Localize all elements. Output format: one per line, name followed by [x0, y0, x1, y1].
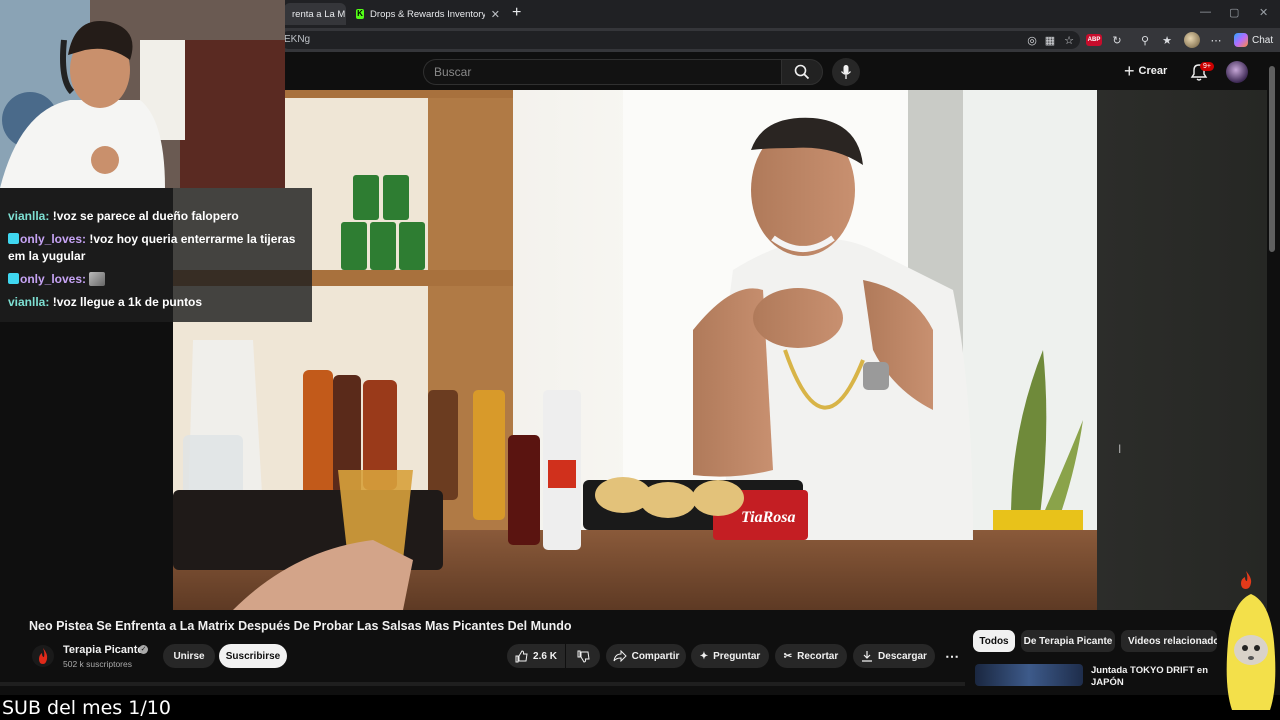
- maximize-icon[interactable]: ▢: [1229, 6, 1239, 19]
- search-input[interactable]: Buscar: [423, 59, 781, 85]
- tab-video[interactable]: renta a La M ✕: [284, 3, 346, 25]
- chat-label: Chat: [1252, 34, 1274, 46]
- channel-name[interactable]: Terapia Picante: [63, 644, 144, 656]
- chip-label: Todos: [979, 635, 1009, 647]
- subscribe-button[interactable]: Suscribirse: [219, 644, 287, 668]
- scrollbar-thumb[interactable]: [1269, 66, 1275, 252]
- sparkle-icon: ✦: [699, 650, 709, 662]
- search-placeholder: Buscar: [434, 65, 472, 79]
- subscribe-label: Suscribirse: [225, 650, 281, 662]
- extensions-icon[interactable]: ⚲: [1138, 33, 1152, 47]
- divider: [0, 682, 965, 686]
- sub-goal-bar: [0, 695, 1280, 720]
- kick-logo-icon: K: [356, 9, 365, 19]
- more-actions-icon[interactable]: ⋯: [940, 644, 964, 668]
- banana-cat-sticker: [1226, 594, 1276, 710]
- join-button[interactable]: Unirse: [163, 644, 215, 668]
- like-button[interactable]: 2.6 K: [507, 644, 565, 668]
- channel-flame-logo-icon[interactable]: [32, 645, 54, 667]
- search-icon: [794, 64, 810, 80]
- tab-video-label: renta a La M: [292, 8, 346, 20]
- sub-goal-text: SUB del mes 1/10: [2, 697, 171, 719]
- streamer-webcam: [0, 0, 285, 188]
- video-player[interactable]: TiaRosa: [173, 90, 1097, 610]
- chip-related[interactable]: Videos relacionados: [1121, 630, 1217, 652]
- plus-icon: +: [1124, 61, 1135, 81]
- video-title: Neo Pistea Se Enfrenta a La Matrix Despu…: [29, 619, 572, 633]
- clip-label: Recortar: [797, 650, 839, 662]
- copilot-chat-button[interactable]: Chat: [1234, 33, 1273, 47]
- close-icon[interactable]: ✕: [491, 8, 500, 21]
- refresh-extension-icon[interactable]: ↻: [1110, 33, 1124, 47]
- chat-username: vianlla: [8, 295, 46, 309]
- download-label: Descargar: [878, 650, 927, 662]
- chat-message: only_loves:: [8, 271, 304, 288]
- chat-text: !voz se parece al dueño falopero: [52, 209, 239, 223]
- download-button[interactable]: Descargar: [853, 644, 935, 668]
- download-icon: [862, 651, 873, 662]
- create-button[interactable]: + Crear: [1124, 62, 1167, 80]
- video-side-area: [1097, 90, 1267, 610]
- subscriber-badge-icon: [8, 233, 19, 244]
- subscriber-badge-icon: [8, 273, 19, 284]
- create-label: Crear: [1138, 65, 1168, 77]
- share-button[interactable]: Compartir: [606, 644, 686, 668]
- thumbs-up-icon: [515, 649, 528, 662]
- chip-from-channel[interactable]: De Terapia Picante: [1021, 630, 1115, 652]
- join-label: Unirse: [173, 650, 205, 662]
- profile-avatar[interactable]: [1184, 32, 1200, 48]
- favorite-star-icon[interactable]: ☆: [1062, 33, 1076, 47]
- translate-icon[interactable]: ◎: [1025, 33, 1039, 47]
- ask-label: Preguntar: [713, 650, 761, 662]
- chip-label: Videos relacionados: [1128, 635, 1217, 647]
- chat-emote-icon: [89, 272, 106, 286]
- thumbs-down-icon: [577, 650, 590, 663]
- chat-message: vianlla: !voz llegue a 1k de puntos: [8, 295, 203, 309]
- microphone-icon: [840, 65, 852, 79]
- chat-username: only_loves: [20, 272, 83, 286]
- chip-all[interactable]: Todos: [973, 630, 1015, 652]
- like-count: 2.6 K: [533, 650, 557, 662]
- recommendation-thumbnail[interactable]: [975, 664, 1083, 686]
- recommendation-title[interactable]: Juntada TOKYO DRIFT en JAPÓN: [1091, 665, 1221, 687]
- flame-icon: [1241, 571, 1252, 589]
- url-field[interactable]: EKNg: [280, 31, 1080, 49]
- share-arrow-icon: [613, 650, 627, 662]
- window-close-icon[interactable]: ✕: [1259, 6, 1268, 19]
- url-text: EKNg: [284, 34, 311, 45]
- minimize-icon[interactable]: —: [1200, 6, 1211, 18]
- notification-count-badge: 9+: [1200, 62, 1214, 71]
- collections-icon[interactable]: ★: [1160, 33, 1174, 47]
- chat-message: only_loves: !voz hoy queria enterrarme l…: [8, 232, 296, 263]
- ask-button[interactable]: ✦ Preguntar: [691, 644, 769, 668]
- account-avatar[interactable]: [1226, 61, 1248, 83]
- stream-chat-overlay: vianlla: !voz se parece al dueño faloper…: [0, 188, 312, 322]
- adblock-icon[interactable]: ABP: [1086, 34, 1102, 46]
- text-cursor-icon: I: [1118, 442, 1122, 456]
- chat-text: !voz llegue a 1k de puntos: [52, 295, 203, 309]
- voice-search-button[interactable]: [832, 58, 860, 86]
- new-tab-button[interactable]: +: [512, 4, 521, 22]
- subscriber-count: 502 k suscriptores: [63, 659, 132, 669]
- chip-label: De Terapia Picante: [1023, 635, 1113, 647]
- share-label: Compartir: [631, 650, 680, 662]
- clip-button[interactable]: ✂ Recortar: [775, 644, 847, 668]
- chat-message: vianlla: !voz se parece al dueño faloper…: [8, 209, 239, 223]
- verified-check-icon: ✓: [139, 645, 148, 654]
- tab-kick-label: Drops & Rewards Inventory - Kick: [370, 8, 485, 20]
- sauce-brand-label: TiaRosa: [741, 509, 796, 526]
- search-button[interactable]: [781, 59, 823, 85]
- scissors-icon: ✂: [783, 650, 793, 662]
- more-menu-icon[interactable]: ⋯: [1209, 33, 1223, 47]
- dislike-button[interactable]: [566, 644, 600, 668]
- chat-username: only_loves: [20, 232, 83, 246]
- reader-icon[interactable]: ▦: [1043, 33, 1057, 47]
- copilot-icon: [1234, 33, 1248, 47]
- tab-kick-drops[interactable]: K Drops & Rewards Inventory - Kick ✕: [348, 3, 508, 25]
- chat-username: vianlla: [8, 209, 46, 223]
